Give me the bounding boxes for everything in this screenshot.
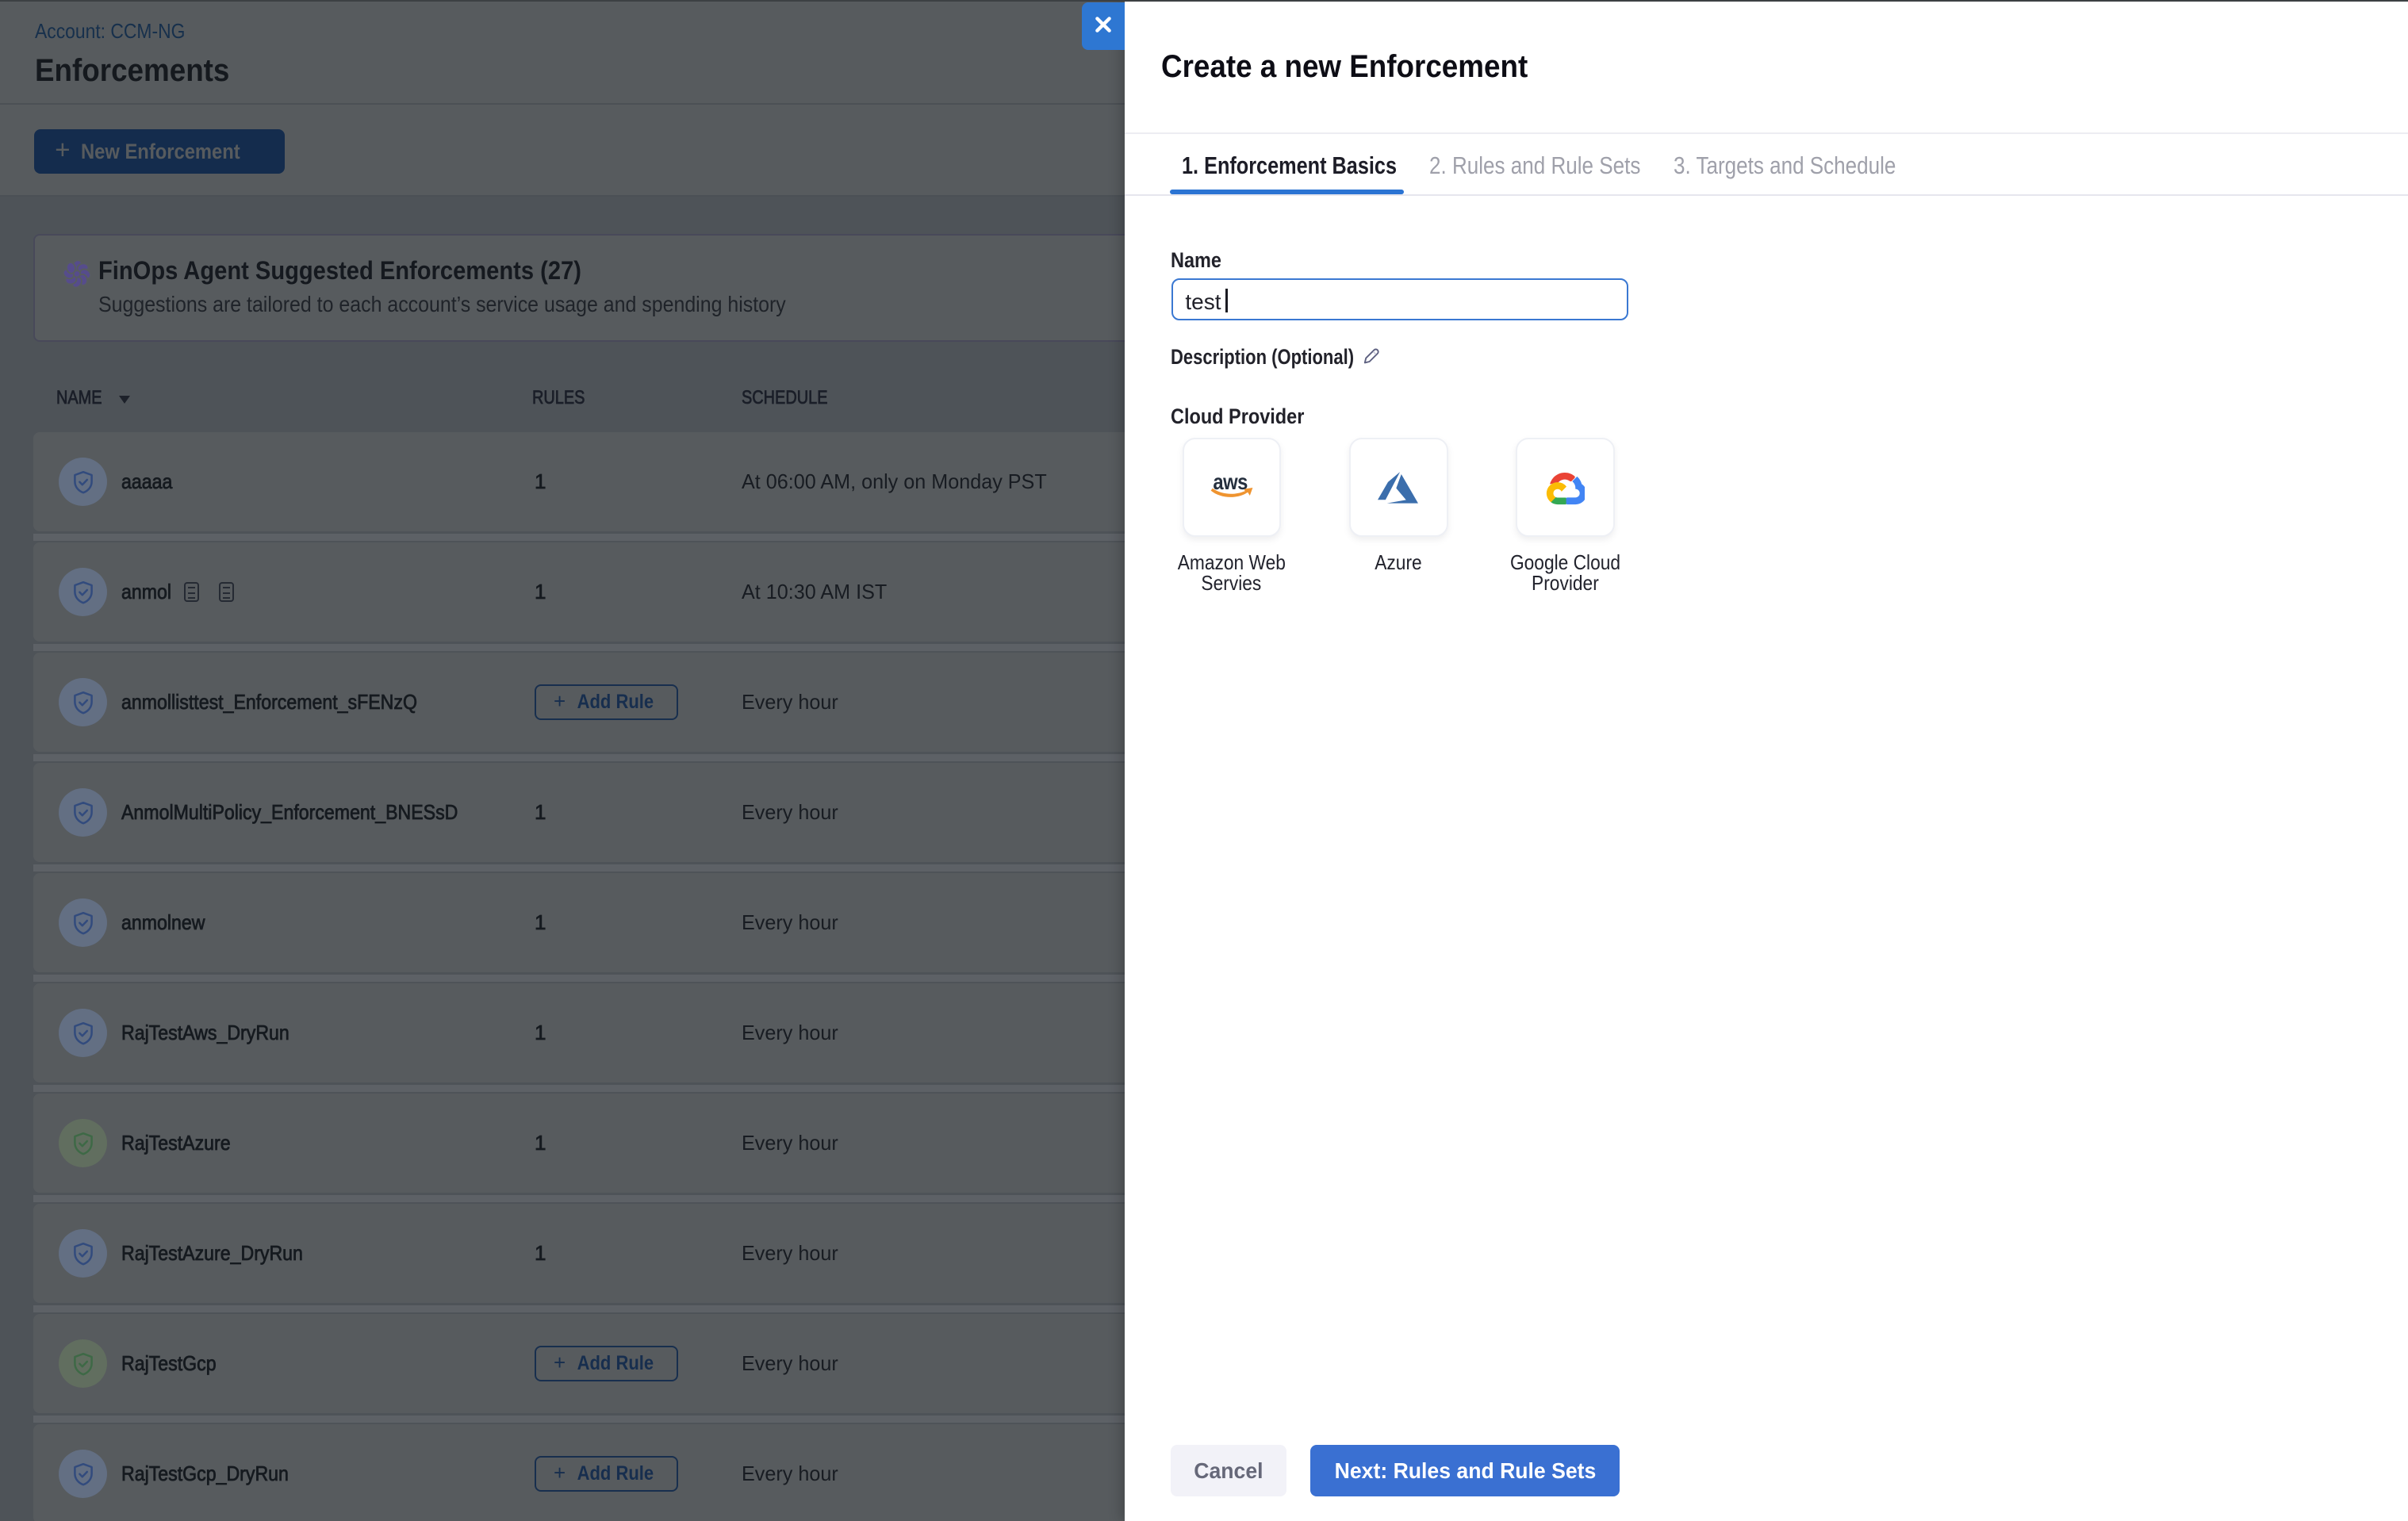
svg-text:aws: aws — [1213, 469, 1248, 494]
